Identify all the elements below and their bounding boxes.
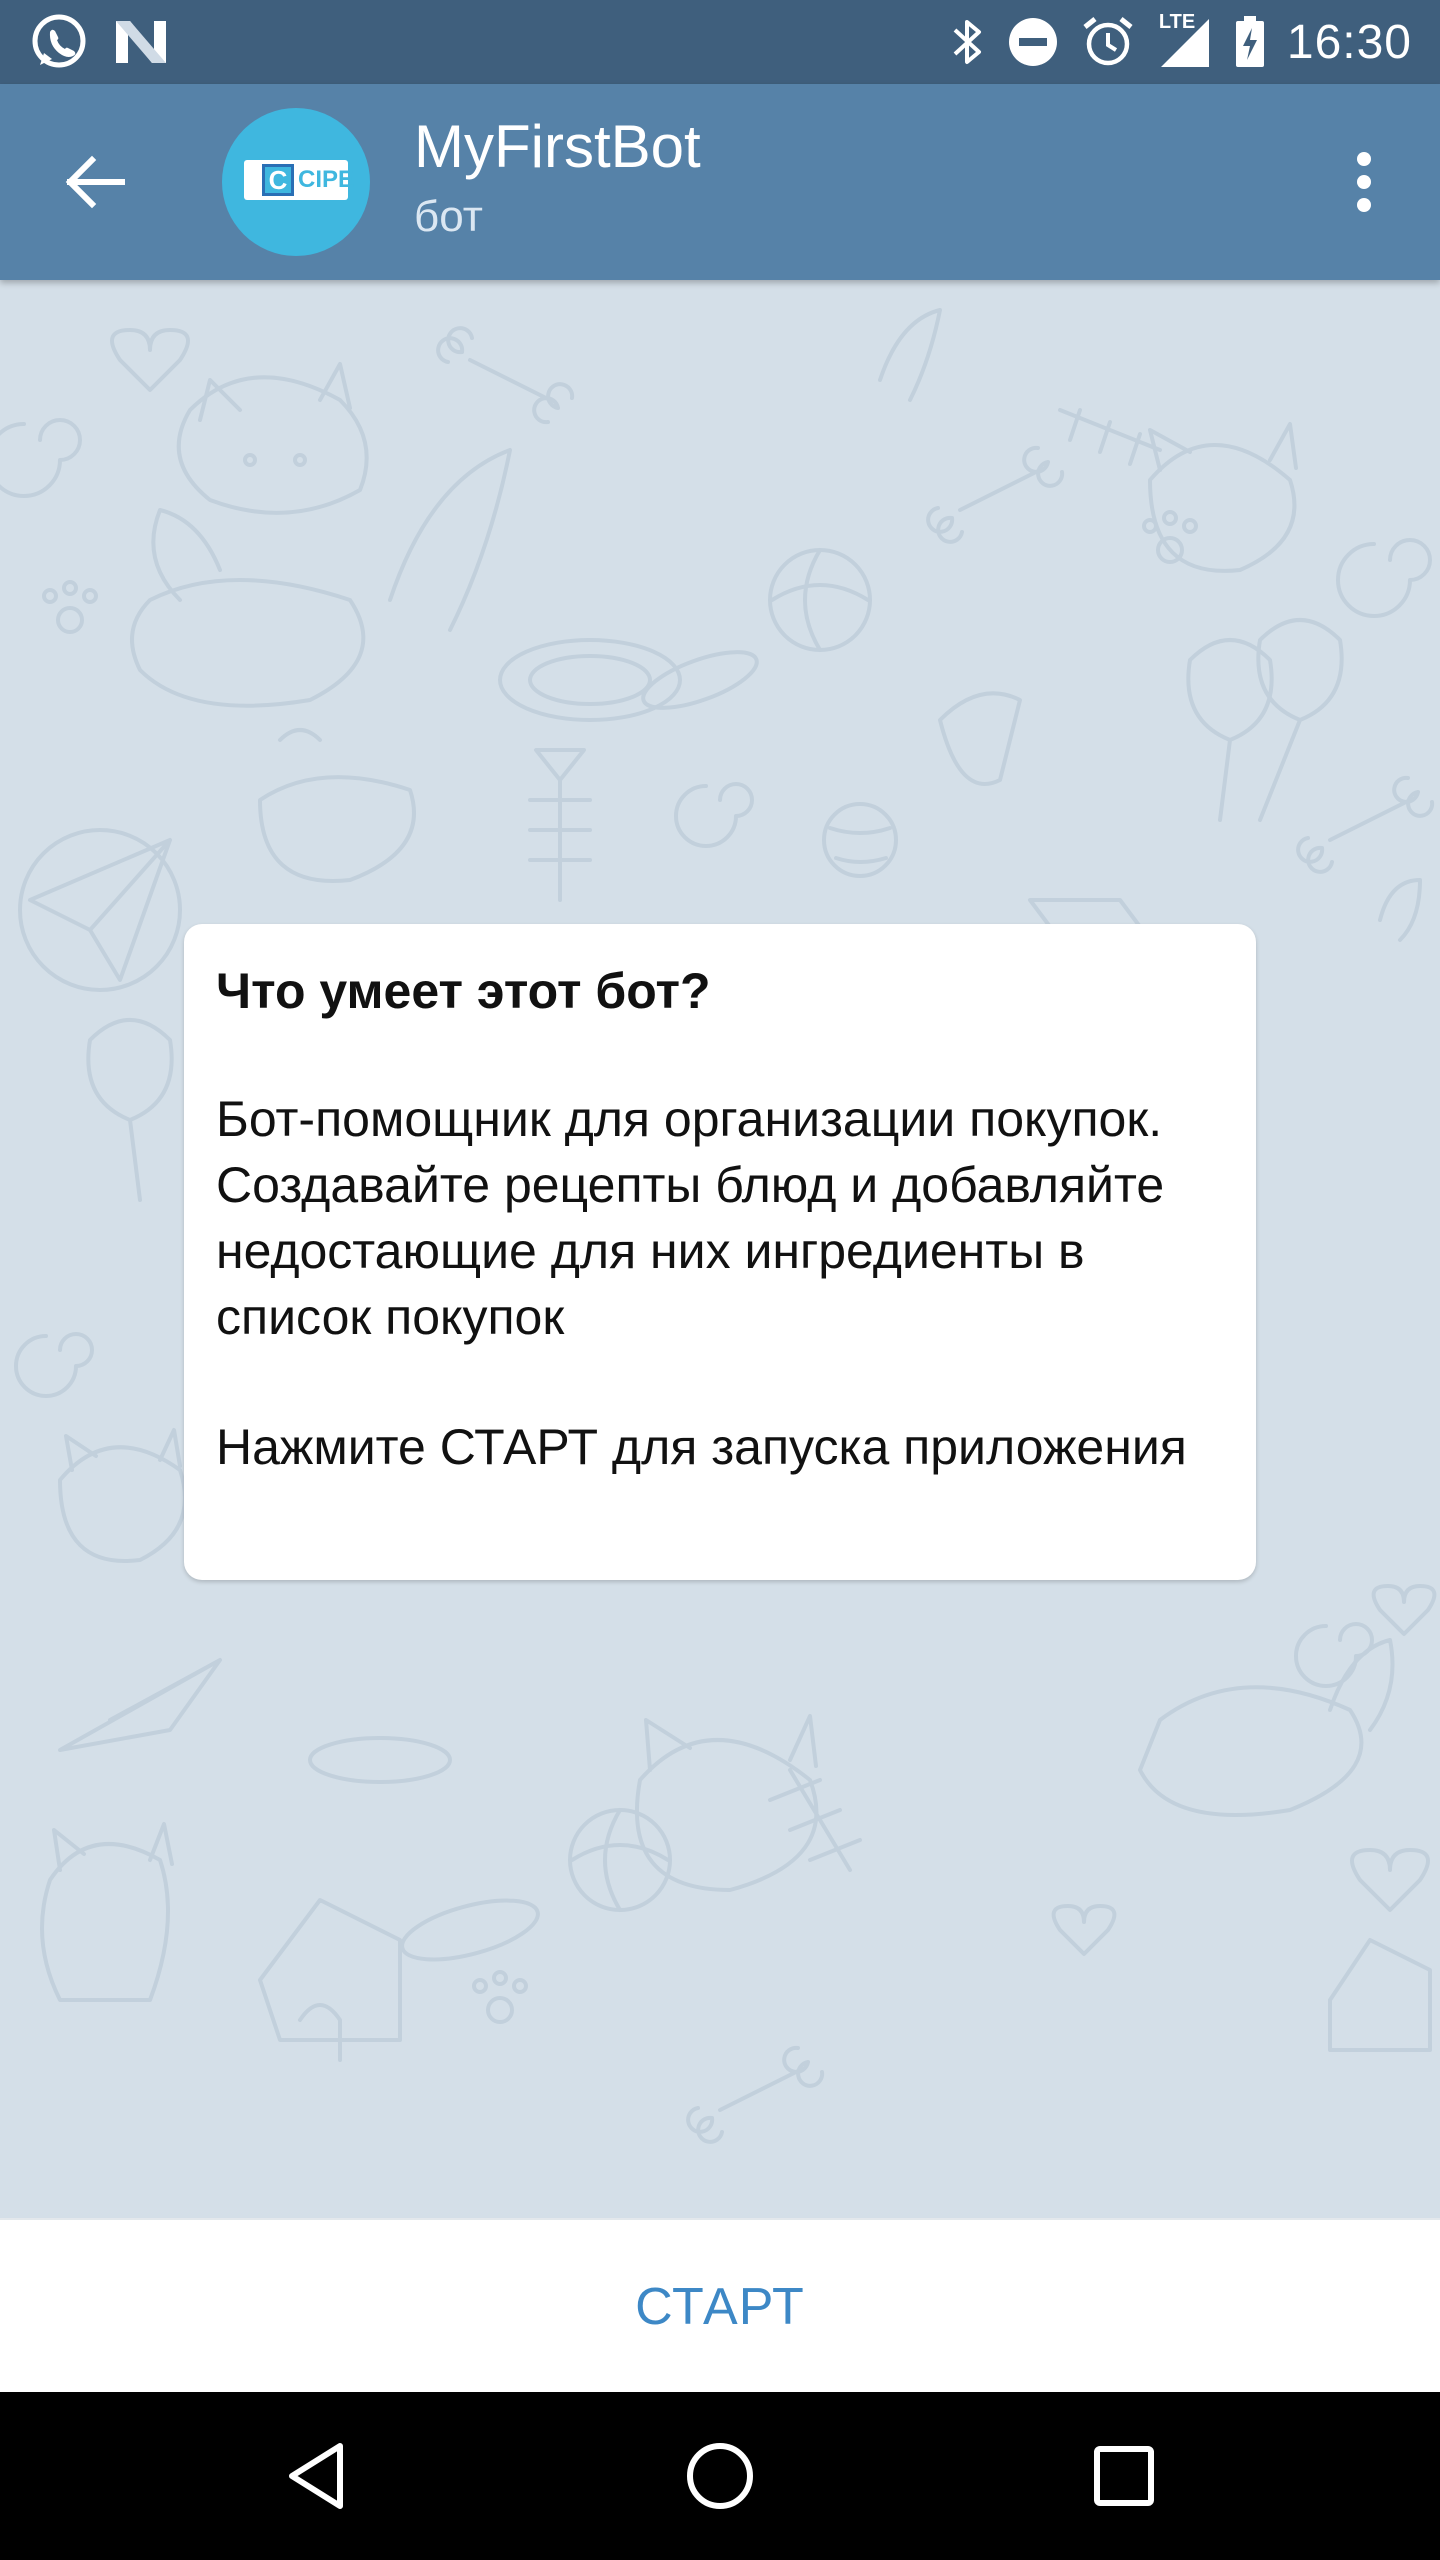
battery-icon [1235, 16, 1264, 67]
nav-recents-button[interactable] [1084, 2436, 1164, 2516]
do-not-disturb-icon [1008, 18, 1057, 66]
system-navigation-bar [0, 2392, 1440, 2560]
back-triangle-icon [289, 2443, 343, 2509]
back-button[interactable] [56, 142, 136, 222]
bot-info-card: Что умеет этот бот? Бот-помощник для орг… [184, 924, 1256, 1580]
more-vertical-icon [1357, 152, 1371, 212]
chat-header: C CIPE MyFirstBot бот [0, 84, 1440, 280]
start-button[interactable]: СТАРТ [635, 2277, 805, 2337]
nav-home-button[interactable] [680, 2436, 760, 2516]
bot-info-title: Что умеет этот бот? [216, 963, 711, 1019]
status-bar: LTE 16:30 [0, 0, 1440, 84]
chat-area: Что умеет этот бот? Бот-помощник для орг… [0, 280, 1440, 2218]
chat-subtitle: бот [414, 192, 483, 241]
recents-square-icon [1094, 2446, 1154, 2506]
bluetooth-icon [953, 20, 981, 64]
alarm-icon [1083, 17, 1133, 66]
bot-info-hint: Нажмите СТАРТ для запуска приложения [216, 1419, 1187, 1475]
bot-avatar[interactable]: C CIPE [222, 108, 370, 256]
signal-icon: LTE [1157, 11, 1213, 69]
arrow-left-icon [65, 155, 125, 209]
avatar-logo-letter: C [262, 164, 294, 196]
status-time: 16:30 [1286, 15, 1412, 69]
chat-title[interactable]: MyFirstBot [414, 112, 701, 181]
network-type-label: LTE [1158, 11, 1196, 33]
home-circle-icon [687, 2443, 753, 2509]
whatsapp-icon [32, 14, 86, 68]
n-notification-icon [116, 21, 166, 63]
nav-back-button[interactable] [276, 2436, 356, 2516]
avatar-logo-text: CIPE [298, 166, 355, 193]
start-bar: СТАРТ [0, 2218, 1440, 2394]
bot-info-description: Бот-помощник для организации покупок. Со… [216, 1091, 1165, 1345]
overflow-menu-button[interactable] [1324, 142, 1404, 222]
